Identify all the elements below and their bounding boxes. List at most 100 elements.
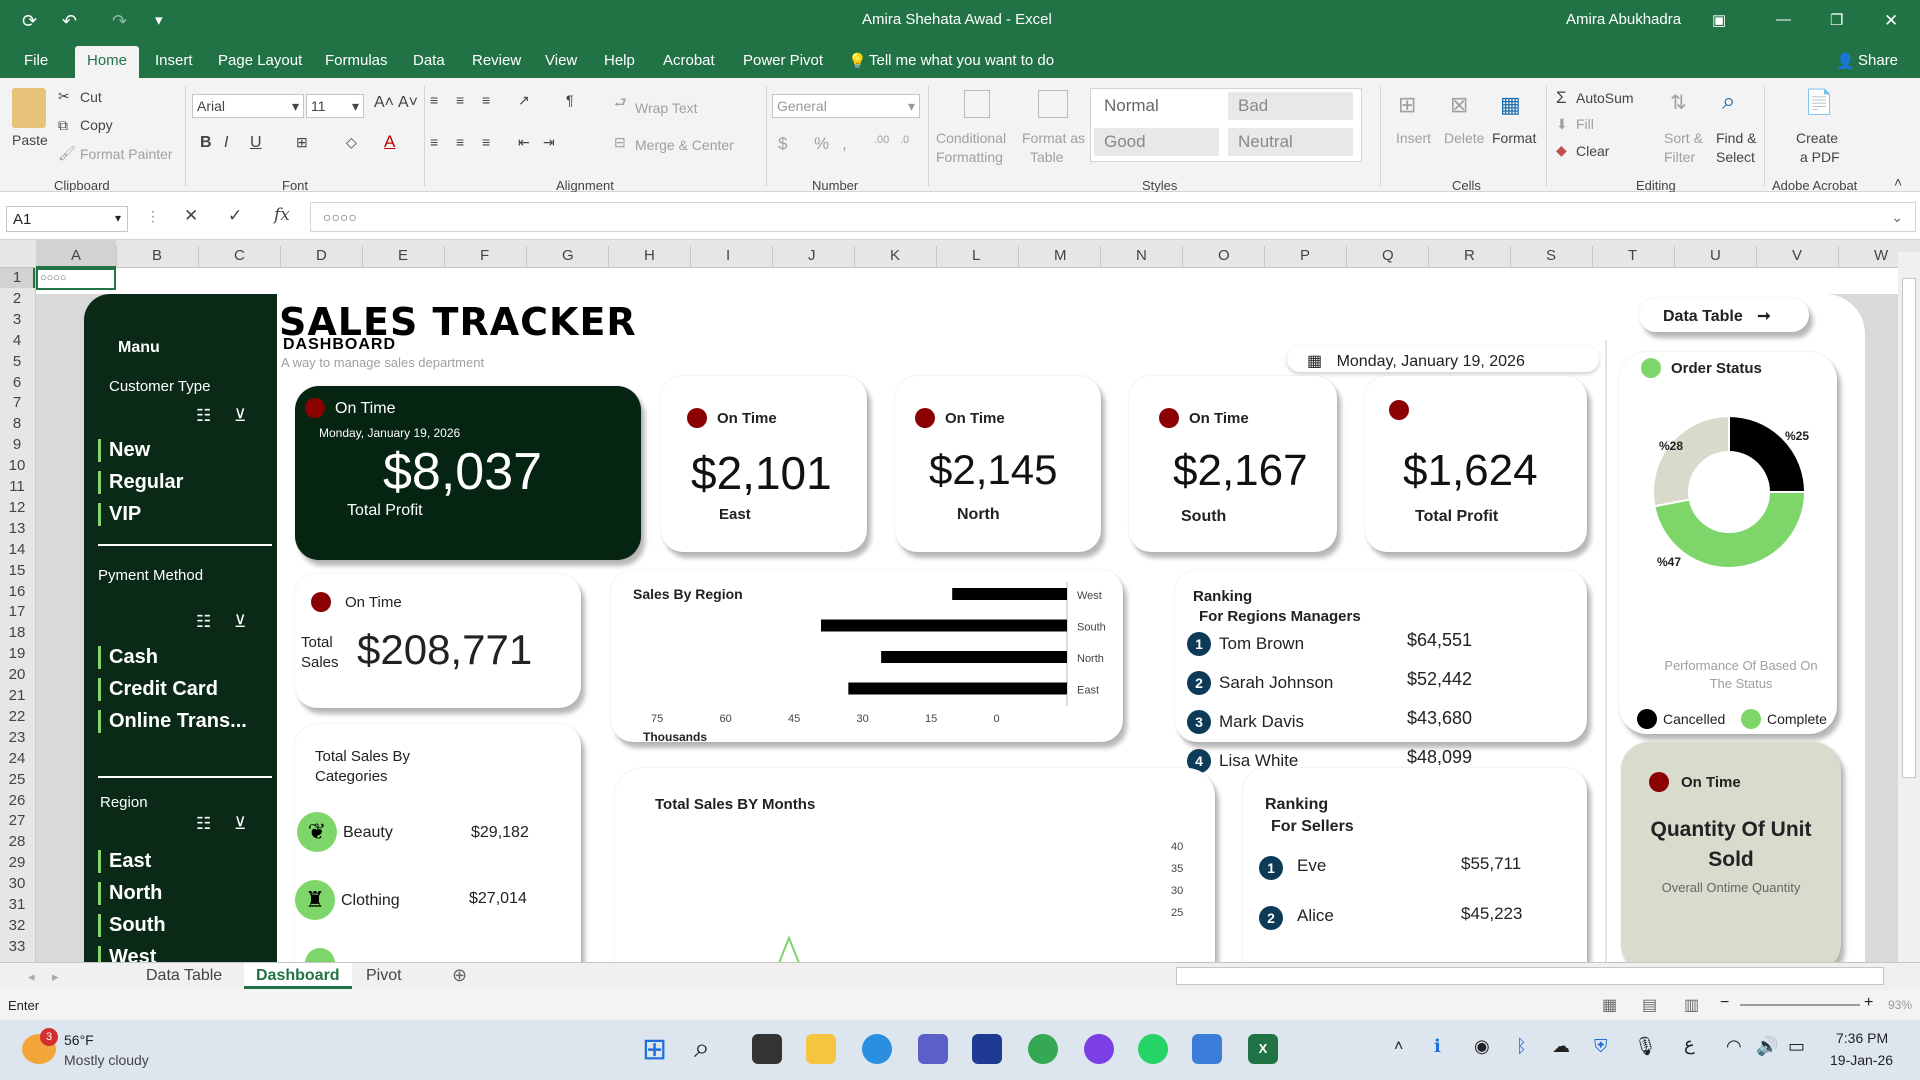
- row-header[interactable]: 30: [0, 875, 34, 892]
- menu-help[interactable]: Help: [604, 52, 635, 69]
- menu-view[interactable]: View: [545, 52, 577, 69]
- slicer-customer-regular[interactable]: Regular: [98, 471, 183, 494]
- ribbon-display-icon[interactable]: ▣: [1712, 11, 1726, 29]
- column-header[interactable]: U: [1710, 247, 1721, 264]
- autosave-icon[interactable]: ⟳: [22, 11, 37, 32]
- style-normal[interactable]: Normal: [1094, 92, 1219, 120]
- sort-filter-icon[interactable]: ⇅: [1670, 90, 1687, 115]
- format-as-table-label-1[interactable]: Format as: [1022, 130, 1085, 146]
- conditional-formatting-label-2[interactable]: Formatting: [936, 149, 1003, 165]
- paste-button[interactable]: Paste: [12, 132, 48, 148]
- column-header[interactable]: P: [1300, 247, 1310, 264]
- autosum-icon[interactable]: Σ: [1556, 88, 1567, 108]
- row-header[interactable]: 10: [0, 457, 34, 474]
- decrease-decimal-icon[interactable]: .0: [900, 134, 909, 146]
- file-explorer-icon[interactable]: [806, 1034, 836, 1064]
- column-header[interactable]: R: [1464, 247, 1475, 264]
- column-header[interactable]: C: [234, 247, 245, 264]
- row-header[interactable]: 22: [0, 708, 34, 725]
- insert-cells-button[interactable]: Insert: [1396, 130, 1431, 146]
- fill-color-icon[interactable]: ◇: [346, 134, 357, 151]
- percent-icon[interactable]: %: [814, 134, 829, 154]
- row-header[interactable]: 23: [0, 729, 34, 746]
- merge-center-button[interactable]: Merge & Center: [635, 137, 734, 153]
- align-top-icon[interactable]: ≡: [430, 92, 438, 108]
- slicer-payment-cash[interactable]: Cash: [98, 646, 158, 669]
- slicer-payment-online[interactable]: Online Trans...: [98, 710, 247, 733]
- slicer-payment-credit-card[interactable]: Credit Card: [98, 678, 218, 701]
- clear-button[interactable]: Clear: [1576, 143, 1609, 159]
- multi-select-icon[interactable]: ☷: [196, 406, 211, 426]
- column-header[interactable]: N: [1136, 247, 1147, 264]
- zoom-out-icon[interactable]: −: [1720, 994, 1729, 1012]
- style-good[interactable]: Good: [1094, 128, 1219, 156]
- font-size-select[interactable]: 11 ▾: [306, 94, 364, 118]
- row-header[interactable]: 7: [0, 394, 34, 411]
- row-header[interactable]: 8: [0, 415, 34, 432]
- format-cells-button[interactable]: Format: [1492, 130, 1536, 146]
- page-layout-view-icon[interactable]: ▤: [1642, 995, 1657, 1015]
- wrap-text-button[interactable]: Wrap Text: [635, 100, 698, 116]
- clear-filter-icon[interactable]: ⊻: [234, 406, 246, 426]
- menu-insert[interactable]: Insert: [155, 52, 193, 69]
- whatsapp-icon[interactable]: [1138, 1034, 1168, 1064]
- column-header[interactable]: T: [1628, 247, 1637, 264]
- info-icon[interactable]: ℹ: [1434, 1036, 1441, 1057]
- font-color-icon[interactable]: A: [384, 132, 395, 152]
- decrease-indent-icon[interactable]: ⇤: [518, 134, 530, 151]
- slicer-region-east[interactable]: East: [98, 850, 151, 873]
- column-header[interactable]: B: [152, 247, 162, 264]
- column-header[interactable]: W: [1874, 247, 1888, 264]
- row-header[interactable]: 20: [0, 666, 34, 683]
- zoom-level[interactable]: 93%: [1888, 998, 1912, 1012]
- create-pdf-label-2[interactable]: a PDF: [1800, 149, 1840, 165]
- vertical-scroll-thumb[interactable]: [1902, 278, 1916, 778]
- app-tray-icon[interactable]: ◉: [1474, 1036, 1490, 1057]
- formula-input[interactable]: ○○○○ ⌄: [310, 202, 1916, 232]
- clock-time[interactable]: 7:36 PM: [1836, 1030, 1888, 1046]
- teams-icon[interactable]: [918, 1034, 948, 1064]
- clear-filter-icon[interactable]: ⊻: [234, 814, 246, 834]
- menu-acrobat[interactable]: Acrobat: [663, 52, 715, 69]
- user-name[interactable]: Amira Abukhadra: [1566, 11, 1681, 28]
- column-header[interactable]: V: [1792, 247, 1802, 264]
- row-header[interactable]: 16: [0, 583, 34, 600]
- minimize-icon[interactable]: —: [1776, 11, 1791, 28]
- column-header[interactable]: Q: [1382, 247, 1394, 264]
- row-header[interactable]: 32: [0, 917, 34, 934]
- prev-sheet-icon[interactable]: ◂: [28, 969, 35, 985]
- row-header[interactable]: 11: [0, 478, 34, 495]
- tab-dashboard[interactable]: Dashboard: [244, 963, 352, 989]
- collapse-ribbon-icon[interactable]: ˄: [1894, 174, 1902, 190]
- column-header[interactable]: O: [1218, 247, 1230, 264]
- slicer-region-south[interactable]: South: [98, 914, 166, 937]
- row-header[interactable]: 13: [0, 520, 34, 537]
- column-header[interactable]: F: [480, 247, 489, 264]
- data-table-button[interactable]: Data Table ➞: [1639, 298, 1809, 332]
- align-middle-icon[interactable]: ≡: [456, 92, 464, 108]
- tell-me-search[interactable]: Tell me what you want to do: [869, 52, 1054, 69]
- column-header[interactable]: D: [316, 247, 327, 264]
- delete-cells-icon[interactable]: ⊠: [1450, 92, 1468, 118]
- style-bad[interactable]: Bad: [1228, 92, 1353, 120]
- delete-cells-button[interactable]: Delete: [1444, 130, 1484, 146]
- next-sheet-icon[interactable]: ▸: [52, 969, 59, 985]
- align-bottom-icon[interactable]: ≡: [482, 92, 490, 108]
- row-header[interactable]: 25: [0, 771, 34, 788]
- row-header[interactable]: 5: [0, 353, 34, 370]
- horizontal-scrollbar[interactable]: [1176, 967, 1884, 985]
- row-header[interactable]: 24: [0, 750, 34, 767]
- create-pdf-icon[interactable]: 📄: [1804, 88, 1834, 117]
- multi-select-icon[interactable]: ☷: [196, 814, 211, 834]
- search-icon[interactable]: ⌕: [694, 1032, 710, 1065]
- row-header[interactable]: 1: [0, 269, 34, 286]
- task-view-icon[interactable]: [752, 1034, 782, 1064]
- create-pdf-label-1[interactable]: Create: [1796, 130, 1838, 146]
- normal-view-icon[interactable]: ▦: [1602, 995, 1617, 1015]
- zoom-in-icon[interactable]: +: [1864, 994, 1873, 1012]
- tab-pivot[interactable]: Pivot: [366, 967, 402, 985]
- excel-icon[interactable]: X: [1248, 1034, 1278, 1064]
- text-direction-icon[interactable]: ¶: [566, 92, 574, 108]
- merge-center-icon[interactable]: ⊟: [614, 134, 626, 151]
- column-header[interactable]: E: [398, 247, 408, 264]
